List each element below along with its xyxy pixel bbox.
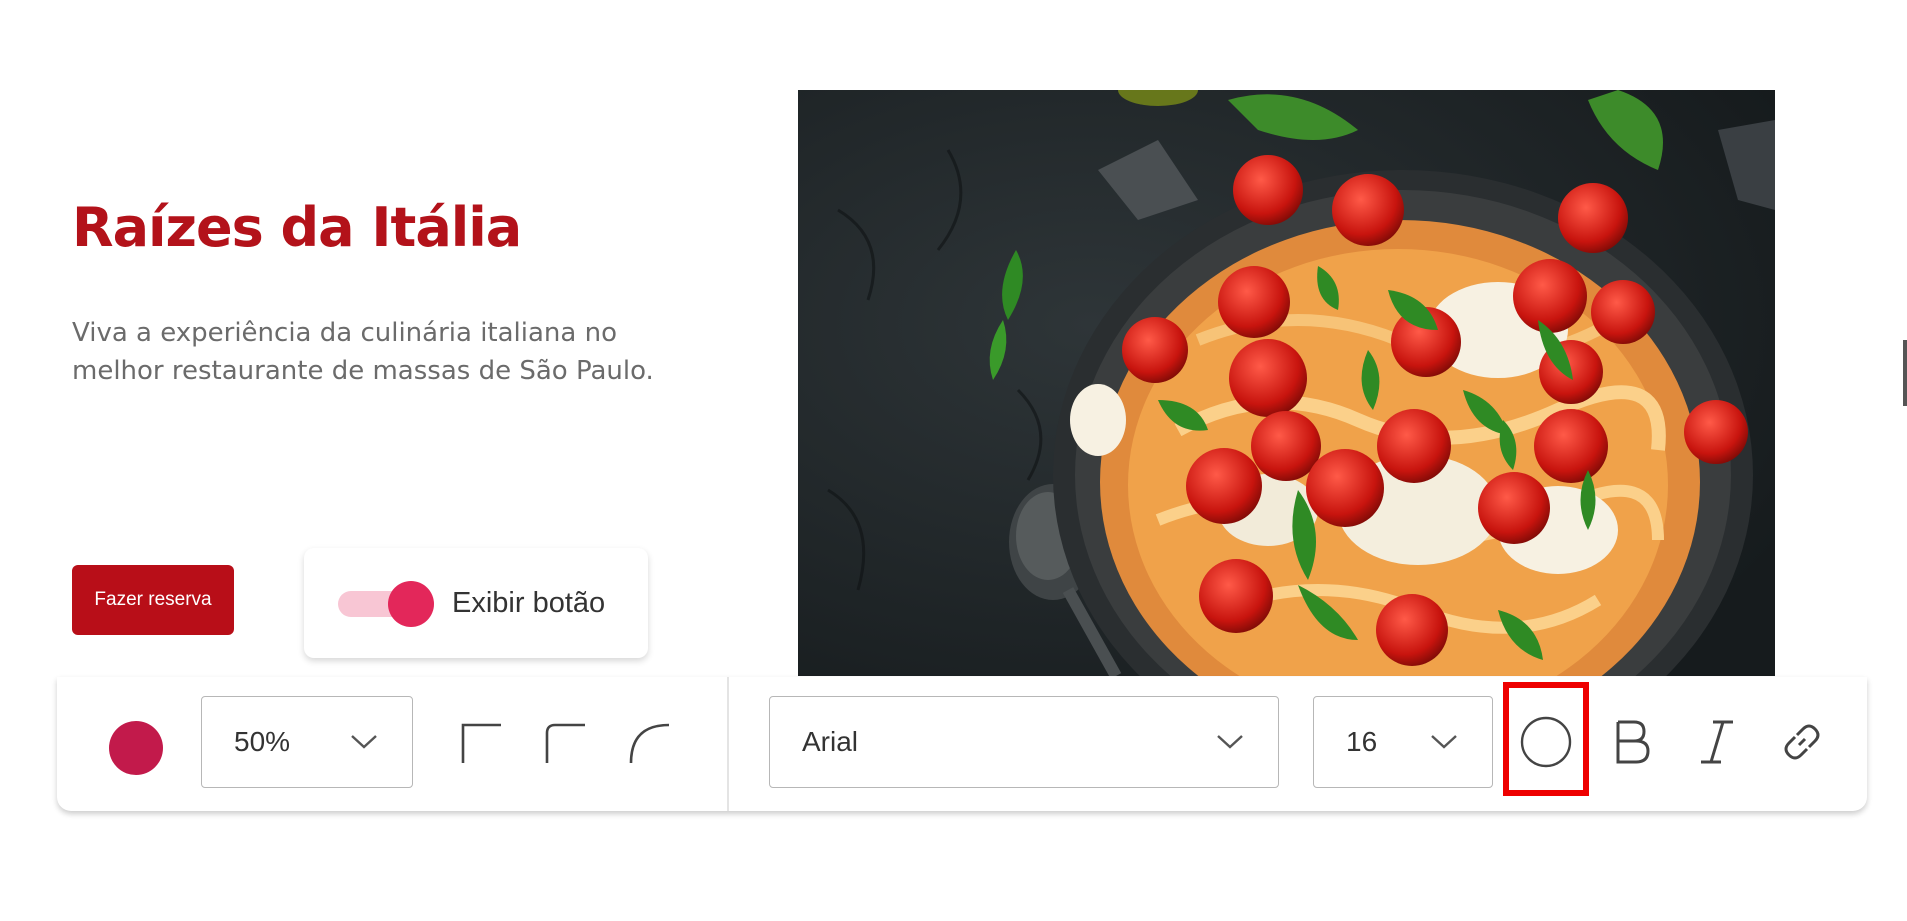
- opacity-select[interactable]: 50%: [201, 696, 413, 788]
- toggle-label: Exibir botão: [452, 586, 606, 619]
- font-family-value: Arial: [802, 726, 859, 757]
- show-button-toggle-card: Exibir botão: [304, 548, 648, 658]
- hero-image: [798, 90, 1775, 676]
- color-picker-swatch[interactable]: [109, 721, 163, 775]
- bold-icon: [1616, 720, 1650, 764]
- style-toolbar: 50% Arial 16: [57, 677, 1867, 811]
- toolbar-divider: [727, 677, 729, 811]
- opacity-value: 50%: [234, 726, 291, 757]
- italic-button[interactable]: [1682, 707, 1752, 777]
- show-button-toggle[interactable]: [338, 581, 434, 627]
- font-family-select[interactable]: Arial: [769, 696, 1279, 788]
- font-size-value: 16: [1346, 726, 1378, 757]
- pasta-dish-photo-icon: [798, 90, 1775, 676]
- italic-icon: [1701, 720, 1733, 764]
- toggle-knob: [388, 581, 434, 627]
- reserve-button[interactable]: Fazer reserva: [72, 565, 234, 635]
- hero-title: Raízes da Itália: [72, 196, 522, 259]
- bold-button[interactable]: [1597, 707, 1667, 777]
- chevron-down-icon: [351, 735, 377, 749]
- square-corner-icon[interactable]: [461, 723, 501, 763]
- font-size-select[interactable]: 16: [1313, 696, 1493, 788]
- chevron-down-icon: [1431, 735, 1457, 749]
- link-button[interactable]: [1767, 707, 1837, 777]
- chevron-down-icon: [1217, 735, 1243, 749]
- round-corner-icon[interactable]: [629, 723, 669, 763]
- link-icon: [1784, 724, 1820, 760]
- selection-highlight: [1503, 682, 1589, 796]
- hero-subtitle: Viva a experiência da culinária italiana…: [72, 318, 654, 386]
- small-radius-corner-icon[interactable]: [545, 723, 585, 763]
- scrollbar-edge[interactable]: [1903, 340, 1907, 406]
